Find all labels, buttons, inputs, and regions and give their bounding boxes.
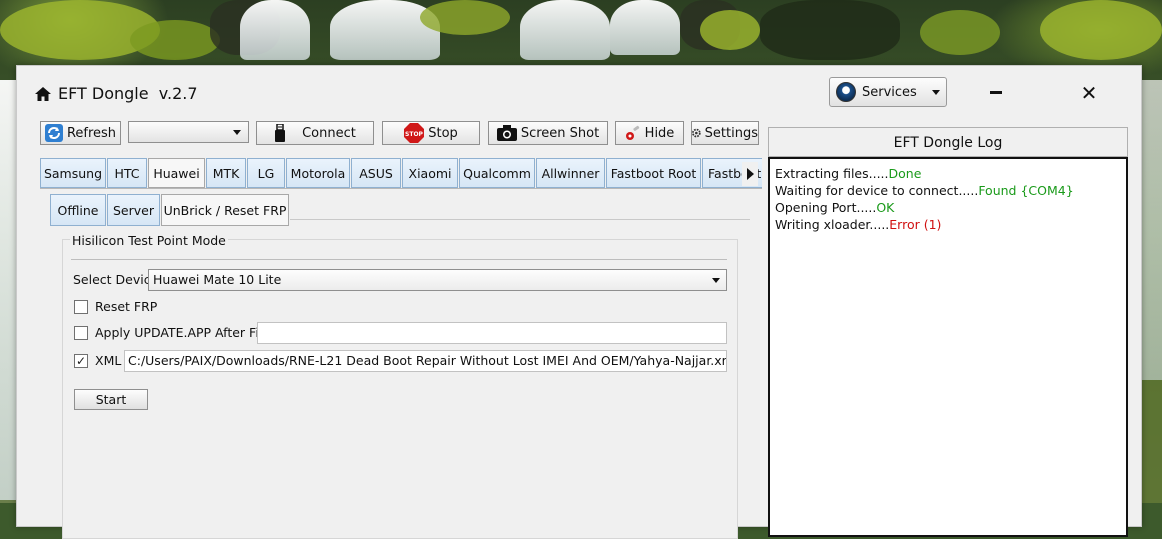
chevron-down-icon	[712, 278, 720, 283]
select-device-label: Select Devic	[73, 272, 151, 287]
camera-icon	[496, 125, 517, 141]
log-line: Extracting files.....Done	[775, 166, 922, 181]
close-button[interactable]: ✕	[1079, 82, 1099, 104]
hide-label: Hide	[644, 125, 675, 141]
refresh-label: Refresh	[66, 125, 117, 141]
log-status: Found {COM4}	[978, 183, 1074, 198]
services-label: Services	[862, 84, 917, 100]
log-output[interactable]: Extracting files.....Done Waiting for de…	[768, 157, 1128, 537]
minimize-button[interactable]	[987, 82, 1005, 102]
subtabs-divider	[290, 219, 750, 220]
tab-allwinner[interactable]: Allwinner	[536, 158, 605, 188]
xml-checkbox[interactable]: ✓	[74, 354, 88, 368]
close-icon: ✕	[1080, 81, 1098, 105]
subtab-offline[interactable]: Offline	[50, 194, 106, 226]
log-line: Writing xloader.....Error (1)	[775, 217, 942, 232]
xml-label: XML	[95, 353, 122, 368]
hide-button[interactable]: Hide	[615, 121, 684, 145]
chevron-right-icon	[746, 168, 754, 180]
start-label: Start	[95, 392, 127, 407]
eft-logo-icon	[836, 82, 856, 102]
log-status: Done	[888, 166, 922, 181]
settings-label: Settings	[704, 125, 758, 141]
tabs-divider	[40, 188, 762, 189]
xml-path-input[interactable]: C:/Users/PAIX/Downloads/RNE-L21 Dead Boo…	[124, 350, 727, 372]
app-title: EFT Dongle v.2.7	[58, 84, 198, 103]
screenshot-label: Screen Shot	[520, 125, 600, 141]
usb-icon	[275, 124, 286, 142]
tab-fastboot-root[interactable]: Fastboot Root	[606, 158, 701, 188]
start-button[interactable]: Start	[74, 389, 148, 410]
tab-motorola[interactable]: Motorola	[286, 158, 350, 188]
hide-icon	[625, 125, 639, 140]
tab-xiaomi[interactable]: Xiaomi	[402, 158, 458, 188]
device-select[interactable]: Huawei Mate 10 Lite	[148, 269, 727, 291]
subtab-unbrick-reset-frp[interactable]: UnBrick / Reset FRP	[161, 194, 289, 226]
connect-button[interactable]: Connect	[256, 121, 374, 145]
group-title: Hisilicon Test Point Mode	[70, 233, 228, 248]
tab-asus[interactable]: ASUS	[351, 158, 401, 188]
svg-text:STOP: STOP	[405, 131, 424, 138]
chevron-down-icon	[932, 89, 940, 95]
tab-lg[interactable]: LG	[247, 158, 285, 188]
reset-frp-label: Reset FRP	[95, 299, 158, 314]
check-icon: ✓	[75, 354, 87, 368]
apply-update-input[interactable]	[257, 322, 727, 344]
group-separator	[71, 259, 727, 260]
tab-huawei[interactable]: Huawei	[148, 158, 205, 188]
services-button[interactable]: Services	[829, 77, 947, 107]
tab-mtk[interactable]: MTK	[206, 158, 246, 188]
stop-icon: STOP	[404, 123, 425, 143]
apply-update-checkbox[interactable]	[74, 326, 88, 340]
connect-label: Connect	[302, 125, 356, 141]
tab-qualcomm[interactable]: Qualcomm	[459, 158, 535, 188]
subtab-server[interactable]: Server	[107, 194, 160, 226]
settings-button[interactable]: Settings	[691, 121, 759, 145]
log-status: Error (1)	[889, 217, 942, 232]
log-line: Waiting for device to connect.....Found …	[775, 183, 1074, 198]
refresh-icon	[44, 124, 63, 142]
log-header: EFT Dongle Log	[768, 127, 1128, 157]
home-icon	[34, 86, 52, 102]
tab-htc[interactable]: HTC	[107, 158, 147, 188]
window-title: EFT Dongle v.2.7	[34, 84, 198, 103]
stop-label: Stop	[428, 125, 458, 141]
gear-icon	[692, 128, 701, 138]
device-select-value: Huawei Mate 10 Lite	[153, 272, 282, 287]
brand-tabs: Samsung HTC Huawei MTK LG Motorola ASUS …	[40, 158, 762, 188]
screenshot-button[interactable]: Screen Shot	[488, 121, 608, 145]
log-line: Opening Port.....OK	[775, 200, 895, 215]
reset-frp-checkbox[interactable]	[74, 300, 88, 314]
xml-path-value: C:/Users/PAIX/Downloads/RNE-L21 Dead Boo…	[128, 353, 727, 368]
port-combo[interactable]	[128, 121, 249, 143]
stop-button[interactable]: STOP Stop	[382, 121, 480, 145]
tab-scroll-right-button[interactable]	[742, 162, 758, 186]
minimize-icon	[990, 90, 1002, 94]
log-status: OK	[876, 200, 895, 215]
app-window: EFT Dongle v.2.7 Services ✕ Refresh Conn…	[16, 65, 1142, 539]
tab-samsung[interactable]: Samsung	[40, 158, 106, 188]
chevron-down-icon	[233, 130, 241, 135]
apply-update-label: Apply UPDATE.APP After Fi	[95, 325, 259, 340]
refresh-button[interactable]: Refresh	[40, 121, 121, 145]
